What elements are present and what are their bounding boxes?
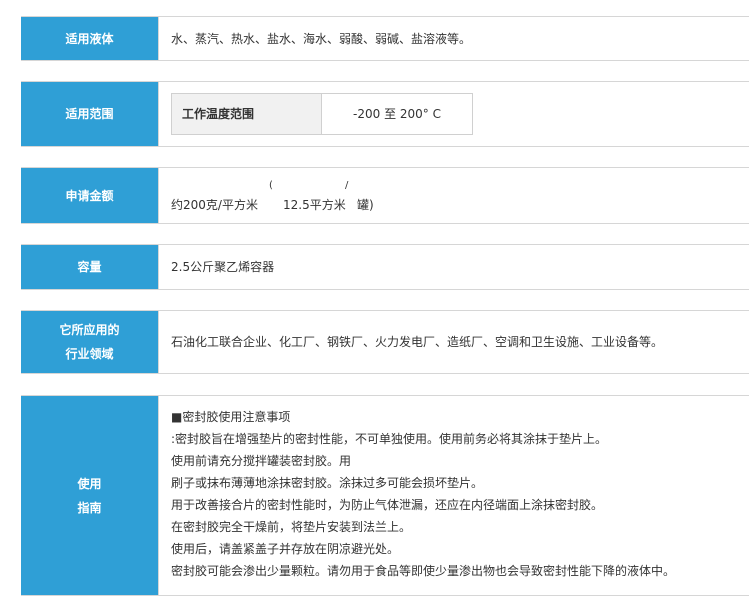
label-line-1: 它所应用的	[59, 323, 120, 337]
row-label-capacity: 容量	[21, 245, 159, 289]
liquids-text: 水、蒸汽、热水、盐水、海水、弱酸、弱碱、盐溶液等。	[171, 31, 472, 46]
guide-line: 用于改善接合片的密封性能时，为防止气体泄漏，还应在内径端面上涂抹密封胶。	[171, 498, 604, 512]
guide-line: 使用后，请盖紧盖子并存放在阴凉避光处。	[171, 542, 400, 556]
label-text: 适用范围	[65, 107, 114, 121]
temperature-range-value: -200 至 200° C	[353, 107, 441, 121]
industry-text: 石油化工联合企业、化工厂、钢铁厂、火力发电厂、造纸厂、空调和卫生设施、工业设备等…	[171, 335, 664, 349]
row-label-guide: 使用 指南	[21, 396, 159, 595]
row-content-range: 工作温度范围 -200 至 200° C	[159, 82, 749, 146]
guide-line: 密封胶可能会渗出少量颗粒。请勿用于食品等即使少量渗出物也会导致密封性能下降的液体…	[171, 564, 676, 578]
row-guide: 使用 指南 ■密封胶使用注意事项 :密封胶旨在增强垫片的密封性能，不可单独使用。…	[21, 395, 749, 596]
amount-main: 约200克/平方米	[171, 197, 258, 212]
label-text: 申请金额	[65, 188, 114, 203]
amount-text: ( / 约200克/平方米 12.5平方米 罐)	[171, 176, 471, 216]
row-industry: 它所应用的 行业领域 石油化工联合企业、化工厂、钢铁厂、火力发电厂、造纸厂、空调…	[21, 310, 749, 374]
row-capacity: 容量 2.5公斤聚乙烯容器	[21, 244, 749, 290]
label-line-2: 行业领域	[65, 347, 114, 361]
row-content-industry: 石油化工联合企业、化工厂、钢铁厂、火力发电厂、造纸厂、空调和卫生设施、工业设备等…	[159, 311, 749, 373]
row-range: 适用范围 工作温度范围 -200 至 200° C	[21, 81, 749, 147]
row-label-liquids: 适用液体	[21, 17, 159, 60]
guide-line: 使用前请充分搅拌罐装密封胶。用	[171, 454, 352, 468]
label-text: 适用液体	[65, 31, 114, 46]
row-label-amount: 申请金额	[21, 168, 159, 223]
row-content-amount: ( / 约200克/平方米 12.5平方米 罐)	[159, 168, 749, 223]
temperature-range-header: 工作温度范围	[172, 94, 322, 134]
amount-slash: /	[345, 179, 349, 191]
guide-line: 刷子或抹布薄薄地涂抹密封胶。涂抹过多可能会损坏垫片。	[171, 476, 484, 490]
row-amount: 申请金额 ( / 约200克/平方米 12.5平方米 罐)	[21, 167, 749, 224]
guide-line: ■密封胶使用注意事项	[171, 410, 291, 424]
amount-area: 12.5平方米	[283, 197, 346, 212]
row-label-range: 适用范围	[21, 82, 159, 146]
temperature-table: 工作温度范围 -200 至 200° C	[171, 93, 473, 135]
label-line-2: 指南	[77, 500, 102, 515]
guide-line: :密封胶旨在增强垫片的密封性能，不可单独使用。使用前务必将其涂抹于垫片上。	[171, 432, 608, 446]
row-content-liquids: 水、蒸汽、热水、盐水、海水、弱酸、弱碱、盐溶液等。	[159, 17, 749, 60]
capacity-text: 2.5公斤聚乙烯容器	[171, 260, 275, 274]
amount-paren: (	[269, 179, 273, 191]
row-content-guide: ■密封胶使用注意事项 :密封胶旨在增强垫片的密封性能，不可单独使用。使用前务必将…	[159, 396, 749, 595]
row-label-industry: 它所应用的 行业领域	[21, 311, 159, 373]
guide-line: 在密封胶完全干燥前，将垫片安装到法兰上。	[171, 520, 412, 534]
row-liquids: 适用液体 水、蒸汽、热水、盐水、海水、弱酸、弱碱、盐溶液等。	[21, 16, 749, 61]
row-content-capacity: 2.5公斤聚乙烯容器	[159, 245, 749, 289]
label-text: 容量	[77, 260, 102, 274]
amount-unit: 罐)	[357, 197, 374, 212]
label-line-1: 使用	[77, 476, 102, 491]
